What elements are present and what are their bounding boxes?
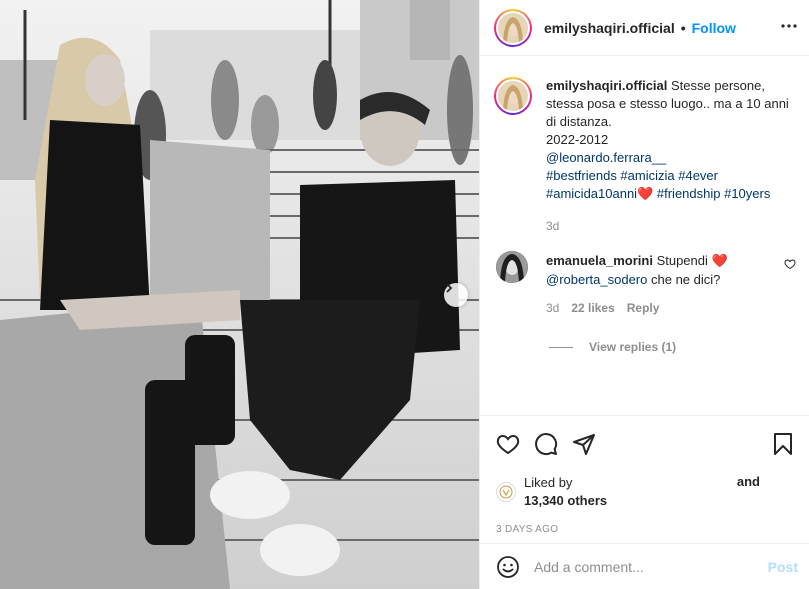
heart-icon — [496, 434, 520, 455]
comment-button[interactable] — [534, 432, 558, 456]
comment-time[interactable]: 3d — [546, 299, 559, 318]
caption: emilyshaqiri.official Stesse persone, st… — [494, 77, 796, 235]
save-icon — [774, 433, 792, 455]
share-button[interactable] — [572, 432, 596, 456]
view-replies-button[interactable]: View replies (1) — [549, 340, 796, 354]
caption-avatar[interactable] — [494, 77, 532, 115]
likes-and-label: and — [736, 474, 760, 489]
post-side-panel: emilyshaqiri.official • Follow emilyshaq… — [479, 0, 809, 589]
like-button[interactable] — [496, 432, 520, 456]
caption-hashtag-amicida[interactable]: #amicida10anni — [546, 186, 637, 201]
likes-summary: Liked by 13,340 others and — [496, 474, 794, 510]
heart-emoji: ❤️ — [637, 186, 654, 201]
chevron-right-icon — [446, 283, 453, 293]
comment-input[interactable] — [534, 558, 768, 575]
heart-emoji: ❤️ — [711, 253, 728, 268]
next-slide-button[interactable] — [444, 283, 468, 307]
comment-icon — [535, 433, 558, 456]
author-avatar[interactable] — [494, 8, 532, 47]
comments-section: emilyshaqiri.official Stesse persone, st… — [480, 57, 809, 415]
comment-mention[interactable]: @roberta_sodero — [546, 272, 647, 287]
post-actions: Liked by 13,340 others and 3 DAYS AGO — [480, 415, 809, 535]
caption-hashtags[interactable]: #bestfriends #amicizia #4ever — [546, 168, 718, 183]
view-replies-label: View replies (1) — [589, 340, 677, 354]
author-username[interactable]: emilyshaqiri.official — [544, 20, 675, 36]
share-icon — [573, 434, 595, 455]
post-header: emilyshaqiri.official • Follow — [480, 0, 809, 56]
avatar-image — [498, 12, 528, 43]
reply-button[interactable]: Reply — [627, 299, 660, 318]
emoji-icon — [497, 555, 519, 578]
add-comment-bar: Post — [480, 543, 809, 589]
liked-by-label: Liked by — [524, 475, 573, 490]
post-photo[interactable] — [0, 0, 479, 589]
comment-text-2: che ne dici? — [651, 272, 721, 287]
more-options-button[interactable] — [779, 16, 799, 39]
caption-years: 2022-2012 — [546, 132, 609, 147]
commenter-avatar[interactable] — [496, 251, 528, 283]
like-comment-button[interactable] — [784, 257, 796, 273]
comment-likes[interactable]: 22 likes — [571, 299, 614, 318]
post-comment-button[interactable]: Post — [768, 559, 798, 575]
replies-divider — [549, 346, 573, 348]
photo-illustration — [0, 0, 479, 589]
comment-item: emanuela_morini Stupendi ❤️ @roberta_sod… — [494, 251, 796, 318]
post-date[interactable]: 3 DAYS AGO — [496, 524, 794, 535]
caption-mention[interactable]: @leonardo.ferrara__ — [546, 150, 666, 165]
emoji-button[interactable] — [496, 555, 520, 579]
caption-time[interactable]: 3d — [546, 217, 796, 235]
likes-count[interactable]: 13,340 others — [524, 492, 607, 510]
post-dialog: emilyshaqiri.official • Follow emilyshaq… — [0, 0, 809, 589]
caption-username[interactable]: emilyshaqiri.official — [546, 78, 667, 93]
separator-dot: • — [680, 19, 686, 36]
brand-logo-icon — [499, 485, 513, 499]
save-button[interactable] — [772, 432, 794, 456]
caption-hashtags-2[interactable]: #friendship #10yers — [657, 186, 770, 201]
more-icon — [781, 24, 797, 28]
follow-button[interactable]: Follow — [692, 20, 736, 36]
liker-avatar[interactable] — [496, 482, 516, 502]
avatar-image — [498, 81, 528, 111]
comment-text: Stupendi — [656, 253, 708, 268]
heart-icon — [784, 259, 796, 270]
commenter-username[interactable]: emanuela_morini — [546, 253, 653, 268]
avatar-image — [496, 251, 528, 283]
